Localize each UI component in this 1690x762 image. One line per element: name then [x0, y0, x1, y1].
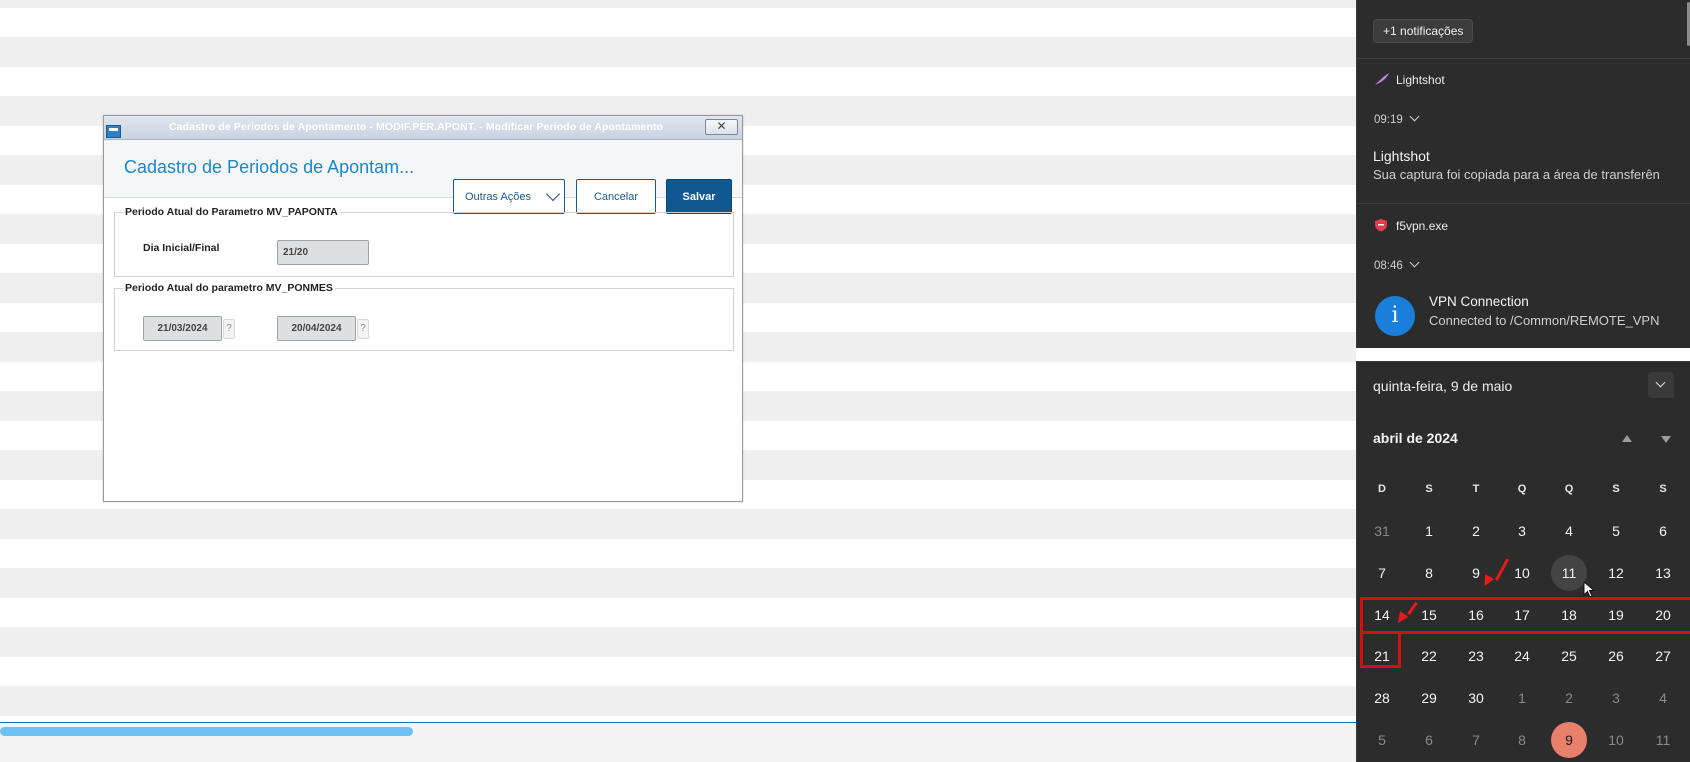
calendar-date-header: quinta-feira, 9 de maio: [1373, 378, 1513, 394]
fieldset-legend: Periodo Atual do Parametro MV_PAPONTA: [123, 206, 340, 218]
calendar-day[interactable]: 3: [1504, 513, 1540, 549]
more-notifications-button[interactable]: +1 notificações: [1373, 19, 1474, 43]
collapse-calendar-button[interactable]: [1648, 372, 1674, 398]
calendar-day[interactable]: 1: [1411, 513, 1447, 549]
calendar-day[interactable]: 6: [1645, 513, 1681, 549]
calendar-day[interactable]: 31: [1364, 513, 1400, 549]
annotation-highlight-week: [1360, 597, 1690, 634]
page-title: Cadastro de Periodos de Apontam...: [124, 157, 415, 177]
horizontal-scrollbar[interactable]: [0, 727, 413, 736]
calendar-day[interactable]: 7: [1458, 722, 1494, 758]
field-label-dia: Dia Inicial/Final: [143, 242, 220, 254]
calendar-panel: quinta-feira, 9 de maio abril de 2024 D S…: [1356, 361, 1690, 762]
calendar-month-label[interactable]: abril de 2024: [1373, 430, 1458, 446]
previous-month-icon[interactable]: [1622, 435, 1632, 442]
modal-dialog: Cadastro de Periodos de Apontamento - MO…: [103, 115, 743, 502]
calendar-day[interactable]: 10: [1598, 722, 1634, 758]
calendar-day[interactable]: 27: [1645, 638, 1681, 674]
notification-body[interactable]: Sua captura foi copiada para a área de t…: [1373, 167, 1660, 182]
notification-time-text: 09:19: [1374, 114, 1403, 126]
notification-app-name: f5vpn.exe: [1396, 219, 1449, 233]
mouse-cursor-icon: [1583, 581, 1595, 598]
help-icon[interactable]: ?: [357, 319, 369, 339]
fieldset-ponmes: Periodo Atual do parametro MV_PONMES 21/…: [114, 282, 734, 351]
calendar-day[interactable]: 7: [1364, 555, 1400, 591]
background-stripe: [0, 686, 1356, 716]
fieldset-legend: Periodo Atual do parametro MV_PONMES: [123, 282, 335, 294]
notification-time[interactable]: 09:19: [1374, 111, 1420, 126]
calendar-day[interactable]: 25: [1551, 638, 1587, 674]
weekday-label: S: [1612, 483, 1620, 495]
weekday-label: Q: [1564, 483, 1574, 495]
calendar-day[interactable]: 24: [1504, 638, 1540, 674]
dialog-titlebar[interactable]: Cadastro de Periodos de Apontamento - MO…: [104, 116, 742, 140]
background-stripe: [0, 627, 1356, 657]
notification-time-text: 08:46: [1374, 260, 1403, 272]
calendar-day[interactable]: 23: [1458, 638, 1494, 674]
calendar-day[interactable]: 1: [1504, 680, 1540, 716]
cancel-button[interactable]: Cancelar: [576, 179, 656, 214]
chevron-down-icon: [1409, 257, 1420, 268]
calendar-day[interactable]: 8: [1504, 722, 1540, 758]
background-stripe: [0, 37, 1356, 67]
close-icon[interactable]: ✕: [705, 119, 738, 135]
calendar-day[interactable]: 10: [1504, 555, 1540, 591]
divider: [1357, 203, 1690, 204]
notification-title: VPN Connection: [1429, 294, 1529, 309]
calendar-day[interactable]: 2: [1551, 680, 1587, 716]
calendar-day[interactable]: 11: [1551, 555, 1587, 591]
notification-time[interactable]: 08:46: [1374, 257, 1420, 272]
other-actions-button[interactable]: Outras Ações: [453, 179, 565, 214]
weekday-label: Q: [1517, 483, 1527, 495]
calendar-day[interactable]: 22: [1411, 638, 1447, 674]
feather-icon: [1375, 73, 1389, 85]
fieldset-paponta: Periodo Atual do Parametro MV_PAPONTA Di…: [114, 206, 734, 277]
save-button[interactable]: Salvar: [666, 179, 732, 214]
window-app-icon: [106, 125, 121, 138]
background-stripe: [0, 568, 1356, 598]
weekday-label: D: [1378, 483, 1386, 495]
divider: [1357, 58, 1690, 59]
weekday-label: S: [1659, 483, 1667, 495]
calendar-day[interactable]: 6: [1411, 722, 1447, 758]
background-stripe: [0, 509, 1356, 539]
help-icon[interactable]: ?: [223, 319, 235, 339]
weekday-label: S: [1425, 483, 1433, 495]
chevron-down-icon: [1409, 111, 1420, 122]
calendar-day[interactable]: 4: [1551, 513, 1587, 549]
chevron-down-icon: [545, 186, 561, 202]
notification-center: +1 notificações Lightshot 09:19 Lightsho…: [1356, 0, 1690, 348]
calendar-day[interactable]: 12: [1598, 555, 1634, 591]
notification-body[interactable]: Connected to /Common/REMOTE_VPN: [1429, 313, 1659, 328]
end-date-field[interactable]: 20/04/2024: [277, 316, 356, 341]
calendar-day[interactable]: 3: [1598, 680, 1634, 716]
info-icon: i: [1375, 296, 1415, 336]
calendar-day[interactable]: 5: [1598, 513, 1634, 549]
other-actions-label: Outras Ações: [465, 190, 532, 203]
dia-inicial-final-field[interactable]: 21/20: [277, 240, 369, 265]
background-stripe: [0, 0, 1356, 8]
calendar-day[interactable]: 5: [1364, 722, 1400, 758]
shield-icon: [1375, 219, 1387, 232]
next-month-icon[interactable]: [1661, 436, 1671, 443]
calendar-day[interactable]: 11: [1645, 722, 1681, 758]
calendar-day[interactable]: 30: [1458, 680, 1494, 716]
notification-app-name: Lightshot: [1396, 73, 1445, 87]
calendar-day[interactable]: 2: [1458, 513, 1494, 549]
start-date-field[interactable]: 21/03/2024: [143, 316, 222, 341]
calendar-day[interactable]: 9: [1551, 722, 1587, 758]
dialog-header: Cadastro de Periodos de Apontam... Outra…: [104, 140, 742, 214]
dialog-window-title: Cadastro de Periodos de Apontamento - MO…: [169, 121, 664, 133]
calendar-day[interactable]: 4: [1645, 680, 1681, 716]
annotation-highlight-day: [1360, 631, 1401, 668]
calendar-day[interactable]: 26: [1598, 638, 1634, 674]
calendar-day[interactable]: 29: [1411, 680, 1447, 716]
calendar-day[interactable]: 8: [1411, 555, 1447, 591]
weekday-label: T: [1472, 483, 1480, 495]
calendar-day[interactable]: 13: [1645, 555, 1681, 591]
calendar-day[interactable]: 28: [1364, 680, 1400, 716]
notification-title: Lightshot: [1373, 148, 1430, 164]
